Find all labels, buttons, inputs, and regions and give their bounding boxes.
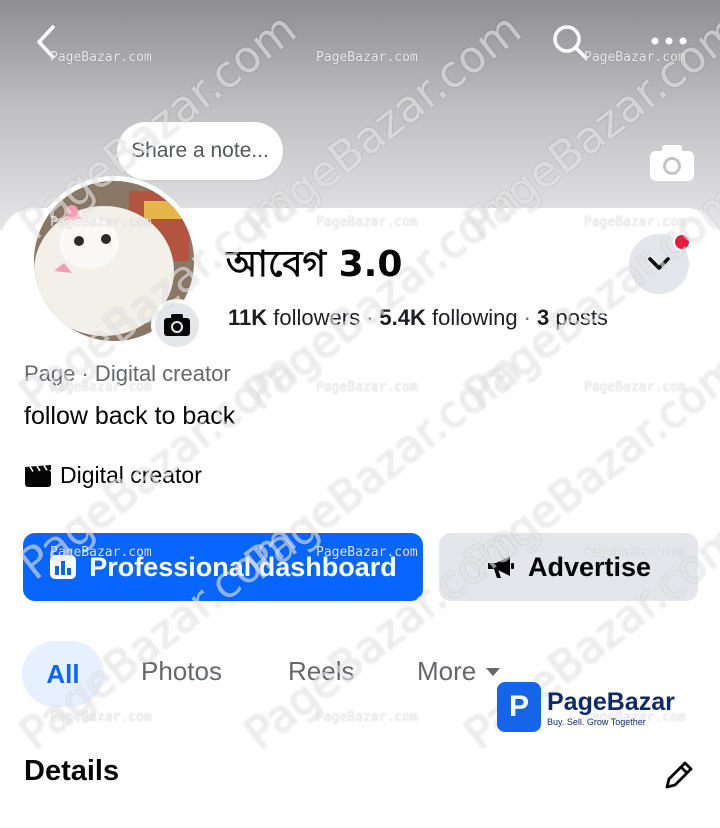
profile-bio: follow back to back (24, 402, 236, 430)
notification-dot (673, 233, 691, 251)
professional-dashboard-label: Professional dashboard (89, 551, 397, 582)
search-button[interactable] (550, 22, 590, 62)
tab-more-label: More (417, 656, 477, 686)
edit-profile-picture-button[interactable] (151, 299, 203, 351)
chevron-left-icon (37, 25, 55, 59)
share-note-bubble[interactable]: Share a note... (117, 122, 283, 180)
followers-link[interactable]: 11K followers (228, 305, 360, 330)
tab-all[interactable]: All (22, 641, 104, 707)
caret-down-icon (486, 667, 501, 676)
camera-icon (164, 314, 190, 336)
following-link[interactable]: 5.4K following (379, 305, 517, 330)
logo-tagline: Buy. Sell. Grow Together (547, 716, 646, 727)
tab-reels[interactable]: Reels (288, 656, 354, 687)
share-note-placeholder: Share a note... (131, 139, 269, 162)
profile-name: আবেগ 3.0 (226, 244, 403, 285)
search-icon (553, 25, 588, 60)
chevron-down-icon (648, 257, 670, 270)
edit-details-button[interactable] (661, 757, 697, 793)
more-button[interactable] (648, 26, 690, 56)
logo-text: PageBazar Buy. Sell. Grow Together (547, 688, 675, 727)
megaphone-icon (487, 556, 514, 578)
tab-more[interactable]: More (417, 656, 502, 687)
advertise-button[interactable]: Advertise (439, 533, 698, 601)
more-horizontal-icon (651, 37, 687, 45)
posts-link[interactable]: 3 posts (537, 305, 608, 330)
pagebazar-logo: P PageBazar Buy. Sell. Grow Together (497, 682, 675, 732)
tab-reels-label: Reels (288, 656, 355, 686)
camera-icon (650, 145, 694, 181)
shopping-bag-icon: P (497, 682, 541, 732)
details-heading: Details (24, 755, 120, 787)
professional-dashboard-button[interactable]: Professional dashboard (23, 533, 423, 601)
tab-all-label: All (46, 658, 80, 689)
creator-info-row: Digital creator (24, 462, 202, 489)
back-button[interactable] (28, 22, 64, 62)
page-category: Page · Digital creator (24, 361, 231, 386)
edit-cover-button[interactable] (648, 143, 696, 183)
clapperboard-icon (25, 464, 51, 487)
dashboard-chart-icon (50, 555, 77, 579)
pencil-icon (665, 761, 693, 789)
tab-photos[interactable]: Photos (141, 656, 222, 687)
creator-label: Digital creator (60, 462, 202, 488)
profile-stats: 11K followers · 5.4K following · 3 posts (228, 305, 608, 330)
advertise-label: Advertise (527, 551, 652, 582)
tab-photos-label: Photos (141, 656, 222, 686)
logo-name: PageBazar (547, 687, 675, 716)
